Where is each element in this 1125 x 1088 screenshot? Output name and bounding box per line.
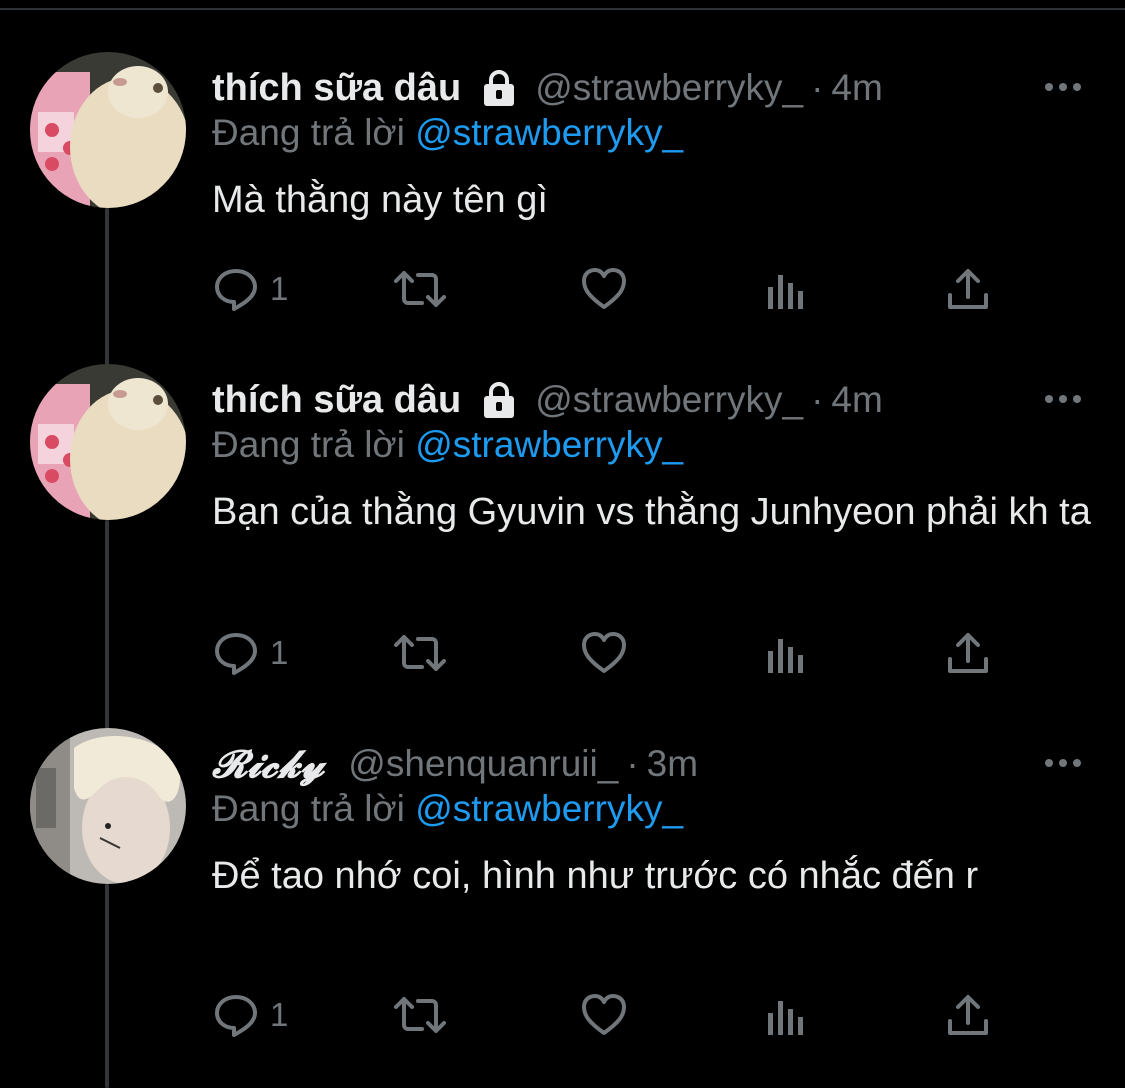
heart-icon [582, 268, 626, 309]
like-button[interactable] [580, 628, 628, 678]
user-handle[interactable]: @strawberryky_ [535, 379, 803, 421]
mention-link[interactable]: @strawberryky_ [415, 424, 683, 465]
separator-dot: · [626, 743, 639, 784]
display-name[interactable]: 𝓡𝓲𝓬𝓴𝔂 [212, 741, 324, 787]
share-icon [948, 633, 988, 673]
tweet-header: thích sữa dâu @strawberryky_ · 4m [212, 378, 883, 422]
user-handle[interactable]: @shenquanruii_ [348, 743, 618, 785]
reply-button[interactable]: 1 [212, 628, 288, 678]
more-options-icon[interactable] [1043, 384, 1083, 414]
replying-prefix: Đang trả lời [212, 424, 405, 465]
retweet-button[interactable] [392, 264, 448, 314]
retweet-button[interactable] [392, 628, 448, 678]
share-button[interactable] [944, 628, 992, 678]
lock-icon [484, 70, 515, 106]
replying-prefix: Đang trả lời [212, 112, 405, 153]
timestamp[interactable]: 3m [647, 743, 698, 785]
mention-link[interactable]: @strawberryky_ [415, 112, 683, 153]
analytics-icon [768, 275, 803, 309]
analytics-icon [768, 1001, 803, 1035]
tweet-text: Bạn của thằng Gyuvin vs thằng Junhyeon p… [212, 491, 1091, 533]
analytics-icon [768, 639, 803, 673]
user-handle[interactable]: @strawberryky_ [535, 67, 803, 109]
reply-button[interactable]: 1 [212, 990, 288, 1040]
heart-icon [582, 994, 626, 1035]
share-icon [948, 995, 988, 1035]
share-button[interactable] [944, 990, 992, 1040]
tweet-text: Mà thằng này tên gì [212, 179, 548, 221]
reply-count: 1 [270, 634, 289, 671]
tweet[interactable]: 𝓡𝓲𝓬𝓴𝔂 @shenquanruii_ · 3m Đang trả lời @… [0, 728, 1125, 1068]
reply-count: 1 [270, 270, 289, 307]
timestamp[interactable]: 4m [831, 379, 882, 421]
top-divider [0, 8, 1125, 10]
retweet-icon [394, 271, 446, 307]
replying-prefix: Đang trả lời [212, 788, 405, 829]
tweet[interactable]: thích sữa dâu @strawberryky_ · 4m Đang t… [0, 364, 1125, 704]
avatar[interactable] [30, 364, 186, 520]
replying-to-line: Đang trả lời @strawberryky_ [212, 788, 683, 830]
tweet[interactable]: thích sữa dâu @strawberryky_ · 4m Đang t… [0, 52, 1125, 332]
reply-count: 1 [270, 996, 289, 1033]
reply-icon [215, 633, 257, 675]
action-bar: 1 [212, 990, 1012, 1040]
reply-icon [215, 995, 257, 1037]
display-name[interactable]: thích sữa dâu [212, 379, 461, 422]
display-name[interactable]: thích sữa dâu [212, 67, 461, 110]
timestamp[interactable]: 4m [831, 67, 882, 109]
action-bar: 1 [212, 264, 1012, 314]
lock-icon [484, 382, 515, 418]
avatar[interactable] [30, 728, 186, 884]
person-avatar-icon [30, 728, 186, 884]
cat-avatar-icon [30, 364, 186, 520]
avatar[interactable] [30, 52, 186, 208]
tweet-text: Để tao nhớ coi, hình như trước có nhắc đ… [212, 855, 979, 897]
more-options-icon[interactable] [1043, 72, 1083, 102]
views-button[interactable] [764, 264, 808, 314]
more-options-icon[interactable] [1043, 748, 1083, 778]
reply-button[interactable]: 1 [212, 264, 288, 314]
views-button[interactable] [764, 990, 808, 1040]
tweet-header: 𝓡𝓲𝓬𝓴𝔂 @shenquanruii_ · 3m [212, 741, 698, 787]
share-button[interactable] [944, 264, 992, 314]
retweet-icon [394, 997, 446, 1033]
like-button[interactable] [580, 990, 628, 1040]
replying-to-line: Đang trả lời @strawberryky_ [212, 112, 683, 154]
replying-to-line: Đang trả lời @strawberryky_ [212, 424, 683, 466]
views-button[interactable] [764, 628, 808, 678]
share-icon [948, 269, 988, 309]
like-button[interactable] [580, 264, 628, 314]
reply-icon [215, 269, 257, 311]
heart-icon [582, 632, 626, 673]
retweet-button[interactable] [392, 990, 448, 1040]
separator-dot: · [811, 379, 824, 420]
action-bar: 1 [212, 628, 1012, 678]
cat-avatar-icon [30, 52, 186, 208]
retweet-icon [394, 635, 446, 671]
mention-link[interactable]: @strawberryky_ [415, 788, 683, 829]
separator-dot: · [811, 67, 824, 108]
tweet-header: thích sữa dâu @strawberryky_ · 4m [212, 66, 883, 110]
